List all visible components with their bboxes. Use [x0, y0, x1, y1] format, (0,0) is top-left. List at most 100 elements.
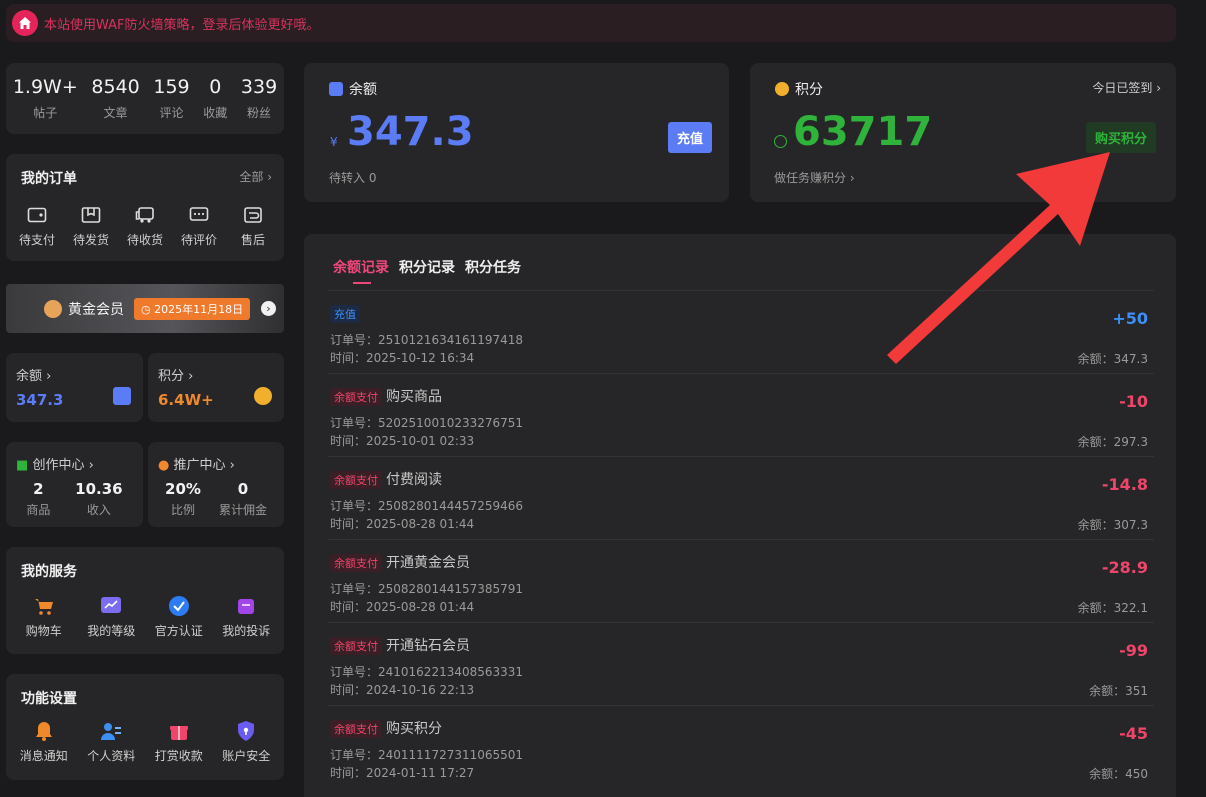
vip-banner[interactable]: 黄金会员 ◷ 2025年11月18日 › — [6, 284, 284, 333]
return-icon — [226, 204, 280, 226]
record-name: 开通钻石会员 — [386, 638, 470, 654]
coin-icon — [254, 387, 272, 405]
stat-fans[interactable]: 339 粉丝 — [241, 76, 277, 121]
wallet-icon — [10, 204, 64, 226]
tab-points-records[interactable]: 积分记录 — [399, 257, 455, 277]
signin-status[interactable]: 今日已签到 › — [1092, 79, 1161, 96]
home-icon[interactable] — [12, 10, 38, 36]
settings-title: 功能设置 — [21, 691, 77, 707]
coin-icon — [775, 82, 789, 96]
balance-icon — [113, 387, 131, 405]
stat-value: 339 — [240, 76, 278, 98]
record-balance-after: 余额：322.1 — [1077, 601, 1148, 615]
records-panel: 余额记录 积分记录 积分任务 充值 订单号：251012163416119741… — [304, 234, 1176, 797]
service-complaint[interactable]: 我的投诉 — [218, 595, 274, 639]
promo-ratio: 20% 比例 — [165, 480, 201, 518]
setting-label: 消息通知 — [19, 749, 68, 763]
pending-transfer: 待转入 0 — [329, 171, 377, 185]
record-amount: -10 — [1119, 392, 1148, 411]
record-type-badge: 余额支付 — [330, 471, 382, 489]
buy-points-button[interactable]: 购买积分 — [1086, 122, 1157, 153]
earn-points-link[interactable]: 做任务赚积分 › — [774, 169, 855, 186]
cart-icon — [16, 595, 72, 617]
complaint-icon — [218, 595, 274, 617]
service-level[interactable]: 我的等级 — [83, 595, 139, 639]
mini-points-card[interactable]: 积分 › 6.4W+ — [148, 353, 284, 422]
bell-icon — [16, 720, 72, 742]
record-type-badge: 余额支付 — [330, 720, 382, 738]
stat-posts[interactable]: 1.9W+ 帖子 — [13, 76, 78, 121]
stat-value: 1.9W+ — [12, 76, 78, 98]
record-type-badge: 余额支付 — [330, 388, 382, 406]
order-pending-review[interactable]: 待评价 — [172, 204, 226, 248]
comment-icon — [172, 204, 226, 226]
record-type-badge: 余额支付 — [330, 554, 382, 572]
order-pending-ship[interactable]: 待发货 — [64, 204, 118, 248]
stat-value: 8540 — [91, 76, 140, 98]
record-balance-after: 余额：297.3 — [1077, 435, 1148, 449]
order-label: 待收货 — [126, 233, 163, 247]
stat-label: 收藏 — [203, 106, 228, 120]
record-row: 余额支付 购买积分 订单号：2401111727311065501 时间：202… — [328, 705, 1154, 788]
stat-comments[interactable]: 159 评论 — [153, 76, 189, 121]
creator-center-card[interactable]: ■ 创作中心 › 2 商品 10.36 收入 — [6, 442, 143, 527]
setting-label: 账户安全 — [222, 749, 271, 763]
record-time: 时间：2025-08-28 01:44 — [330, 517, 475, 531]
mini-balance-value: 347.3 — [16, 391, 64, 409]
record-time: 时间：2025-10-01 02:33 — [330, 434, 475, 448]
orders-all-link[interactable]: 全部 › — [239, 168, 272, 188]
setting-notifications[interactable]: 消息通知 — [16, 720, 72, 764]
record-type-badge: 余额支付 — [330, 637, 382, 655]
creator-income: 10.36 收入 — [75, 480, 122, 518]
mini-balance-card[interactable]: 余额 › 347.3 — [6, 353, 143, 422]
stat-favorites[interactable]: 0 收藏 — [203, 76, 227, 121]
orders-all-label: 全部 — [239, 170, 264, 184]
creator-title: ■ 创作中心 › — [16, 458, 94, 473]
promo-center-card[interactable]: ● 推广中心 › 20% 比例 0 累计佣金 — [148, 442, 284, 527]
earn-points-text: 做任务赚积分 — [774, 171, 847, 185]
order-label: 待发货 — [72, 233, 109, 247]
record-time: 时间：2025-08-28 01:44 — [330, 600, 475, 614]
recharge-button[interactable]: 充值 — [668, 122, 713, 153]
points-card: 积分 今日已签到 › 63717 购买积分 做任务赚积分 › — [750, 63, 1176, 202]
order-pending-receive[interactable]: 待收货 — [118, 204, 172, 248]
stat-label: 文章 — [103, 106, 128, 120]
record-order-no: 订单号：2410162213408563331 — [330, 665, 524, 679]
promo-commission: 0 累计佣金 — [219, 480, 267, 518]
order-pending-payment[interactable]: 待支付 — [10, 204, 64, 248]
settings-panel: 功能设置 消息通知 个人资料 打赏收款 账户安全 — [6, 674, 284, 780]
order-after-sale[interactable]: 售后 — [226, 204, 280, 248]
mini-points-title-text: 积分 — [158, 369, 185, 384]
setting-tips[interactable]: 打赏收款 — [151, 720, 207, 764]
money-bag-icon: ● — [158, 458, 170, 473]
service-cart[interactable]: 购物车 — [16, 595, 72, 639]
gift-icon — [151, 720, 207, 742]
vip-expire-badge: ◷ 2025年11月18日 — [134, 297, 251, 320]
chevron-right-icon[interactable]: › — [261, 301, 276, 316]
currency-symbol: ¥ — [330, 135, 338, 149]
setting-profile[interactable]: 个人资料 — [83, 720, 139, 764]
shield-icon — [218, 720, 274, 742]
promo-value: 20% — [165, 480, 201, 498]
service-label: 官方认证 — [154, 624, 203, 638]
profile-icon — [83, 720, 139, 742]
record-row: 充值 订单号：2510121634161197418 时间：2025-10-12… — [328, 290, 1154, 373]
record-balance-after: 余额：450 — [1089, 767, 1148, 781]
promo-title: ● 推广中心 › — [158, 458, 235, 473]
record-amount: -45 — [1119, 724, 1148, 743]
record-time: 时间：2024-10-16 22:13 — [330, 683, 475, 697]
service-verify[interactable]: 官方认证 — [151, 595, 207, 639]
stat-value: 159 — [153, 76, 190, 98]
tab-balance-records[interactable]: 余额记录 — [333, 257, 389, 284]
order-label: 待支付 — [18, 233, 55, 247]
orders-title: 我的订单 — [21, 171, 77, 187]
stat-articles[interactable]: 8540 文章 — [91, 76, 139, 121]
record-row: 余额支付 开通钻石会员 订单号：2410162213408563331 时间：2… — [328, 622, 1154, 705]
setting-security[interactable]: 账户安全 — [218, 720, 274, 764]
points-amount: 63717 — [793, 109, 933, 155]
vip-name: 黄金会员 — [68, 301, 124, 318]
tab-points-tasks[interactable]: 积分任务 — [465, 257, 521, 277]
record-name: 购买积分 — [386, 721, 442, 737]
points-title: 积分 — [795, 82, 823, 98]
record-order-no: 订单号：5202510010233276751 — [330, 416, 524, 430]
